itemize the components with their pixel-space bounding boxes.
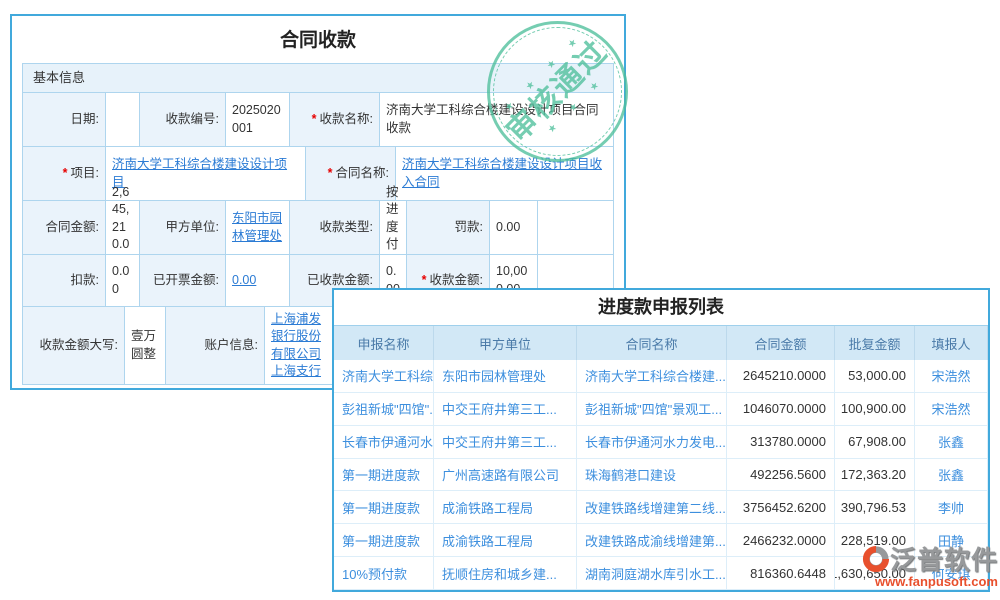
date-label: 日期: (23, 93, 106, 147)
project-value: 济南大学工科综合楼建设设计项目 (106, 147, 306, 201)
date-value[interactable] (106, 93, 140, 147)
table-row[interactable]: 长春市伊通河水... 中交王府井第三工... 长春市伊通河水力发电... 313… (334, 426, 988, 459)
penalty-label: 罚款: (407, 201, 490, 255)
party-a-cell[interactable]: 中交王府井第三工... (434, 426, 577, 459)
contract-name-cell[interactable]: 彭祖新城"四馆"景观工... (577, 393, 727, 426)
fanpu-logo-icon (862, 545, 890, 573)
reporter-cell[interactable]: 张鑫 (915, 459, 988, 492)
account-info-link[interactable]: 上海浦发银行股份有限公司上海支行 (271, 311, 328, 381)
party-a-cell[interactable]: 成渝铁路工程局 (434, 491, 577, 524)
receipt-no-label: 收款编号: (140, 93, 226, 147)
column-header-declaration-name[interactable]: 申报名称 (334, 326, 434, 360)
party-a-cell[interactable]: 成渝铁路工程局 (434, 524, 577, 557)
contract-amount-cell: 492256.5600 (727, 459, 835, 492)
receipt-type-label: 收款类型: (290, 201, 380, 255)
watermark-brand: 泛普软件 (890, 540, 998, 577)
declaration-name-cell[interactable]: 第一期进度款 (334, 459, 434, 492)
watermark-url: www.fanpusoft.com (862, 574, 998, 589)
receipt-type-value: 按进度付款 (380, 201, 407, 255)
deduction-value: 0.00 (106, 255, 140, 307)
table-row[interactable]: 彭祖新城"四馆"... 中交王府井第三工... 彭祖新城"四馆"景观工... 1… (334, 393, 988, 426)
declaration-name-cell[interactable]: 10%预付款 (334, 557, 434, 590)
table-row[interactable]: 第一期进度款 广州高速路有限公司 珠海鹤港口建设 492256.5600 172… (334, 459, 988, 492)
column-header-approved-amount[interactable]: 批复金额 (835, 326, 915, 360)
contract-amount-label: 合同金额: (23, 201, 106, 255)
declaration-name-cell[interactable]: 济南大学工科综... (334, 360, 434, 393)
party-a-cell[interactable]: 中交王府井第三工... (434, 393, 577, 426)
empty-cell (538, 201, 614, 255)
reporter-cell[interactable]: 张鑫 (915, 426, 988, 459)
invoiced-amount-value: 0.00 (226, 255, 290, 307)
contract-amount-cell: 2645210.0000 (727, 360, 835, 393)
contract-name-cell[interactable]: 长春市伊通河水力发电... (577, 426, 727, 459)
contract-name-link[interactable]: 济南大学工科综合楼建设设计项目收入合同 (402, 156, 607, 191)
project-link[interactable]: 济南大学工科综合楼建设设计项目 (112, 156, 299, 191)
form-row-amounts: 合同金额: 2,645,210.00 甲方单位: 东阳市园林管理处 收款类型: … (22, 201, 614, 255)
required-marker: * (312, 111, 317, 129)
receipt-no-value: 2025020001 (226, 93, 290, 147)
party-a-cell[interactable]: 东阳市园林管理处 (434, 360, 577, 393)
table-row[interactable]: 济南大学工科综... 东阳市园林管理处 济南大学工科综合楼建... 264521… (334, 360, 988, 393)
contract-name-cell[interactable]: 改建铁路线增建第二线... (577, 491, 727, 524)
contract-amount-cell: 2466232.0000 (727, 524, 835, 557)
invoiced-amount-label: 已开票金额: (140, 255, 226, 307)
column-header-reporter[interactable]: 填报人 (915, 326, 988, 360)
required-marker: * (63, 165, 68, 183)
section-basic-info: 基本信息 (22, 63, 614, 93)
table-title: 进度款申报列表 (334, 290, 988, 326)
required-marker: * (328, 165, 333, 183)
approved-amount-cell: 53,000.00 (835, 360, 915, 393)
column-header-contract-name[interactable]: 合同名称 (577, 326, 727, 360)
column-header-party-a[interactable]: 甲方单位 (434, 326, 577, 360)
required-marker: * (422, 272, 427, 290)
reporter-cell[interactable]: 李帅 (915, 491, 988, 524)
party-a-label: 甲方单位: (140, 201, 226, 255)
party-a-cell[interactable]: 广州高速路有限公司 (434, 459, 577, 492)
project-label: *项目: (23, 147, 106, 201)
contract-amount-cell: 1046070.0000 (727, 393, 835, 426)
reporter-cell[interactable]: 宋浩然 (915, 360, 988, 393)
contract-amount-cell: 313780.0000 (727, 426, 835, 459)
party-a-cell[interactable]: 抚顺住房和城乡建... (434, 557, 577, 590)
account-label: 账户信息: (166, 307, 265, 385)
declaration-name-cell[interactable]: 第一期进度款 (334, 491, 434, 524)
party-a-link[interactable]: 东阳市园林管理处 (232, 210, 283, 245)
declaration-name-cell[interactable]: 第一期进度款 (334, 524, 434, 557)
column-header-contract-amount[interactable]: 合同金额 (727, 326, 835, 360)
contract-amount-value: 2,645,210.00 (106, 201, 140, 255)
receipt-name-value: 济南大学工科综合楼建设设计项目合同收款 (380, 93, 614, 147)
fanpu-watermark: 泛普软件 www.fanpusoft.com (862, 540, 998, 589)
invoiced-amount-link[interactable]: 0.00 (232, 272, 256, 290)
contract-name-cell[interactable]: 珠海鹤港口建设 (577, 459, 727, 492)
form-row-date: 日期: 收款编号: 2025020001 *收款名称: 济南大学工科综合楼建设设… (22, 93, 614, 147)
contract-amount-cell: 816360.6448 (727, 557, 835, 590)
amount-words-value: 壹万圆整 (125, 307, 166, 385)
table-header-row: 申报名称 甲方单位 合同名称 合同金额 批复金额 填报人 (334, 326, 988, 360)
table-row[interactable]: 第一期进度款 成渝铁路工程局 改建铁路线增建第二线... 3756452.620… (334, 491, 988, 524)
penalty-value: 0.00 (490, 201, 538, 255)
reporter-cell[interactable]: 宋浩然 (915, 393, 988, 426)
form-row-project: *项目: 济南大学工科综合楼建设设计项目 *合同名称: 济南大学工科综合楼建设设… (22, 147, 614, 201)
amount-words-label: 收款金额大写: (23, 307, 125, 385)
contract-name-cell[interactable]: 湖南洞庭湖水库引水工... (577, 557, 727, 590)
party-a-value: 东阳市园林管理处 (226, 201, 290, 255)
contract-name-cell[interactable]: 改建铁路成渝线增建第... (577, 524, 727, 557)
account-value: 上海浦发银行股份有限公司上海支行 (265, 307, 335, 385)
approved-amount-cell: 172,363.20 (835, 459, 915, 492)
contract-name-value: 济南大学工科综合楼建设设计项目收入合同 (396, 147, 614, 201)
approved-amount-cell: 390,796.53 (835, 491, 915, 524)
form-title: 合同收款 (12, 16, 624, 63)
contract-name-label: *合同名称: (306, 147, 396, 201)
approved-amount-cell: 67,908.00 (835, 426, 915, 459)
receipt-name-label: *收款名称: (290, 93, 380, 147)
declaration-name-cell[interactable]: 彭祖新城"四馆"... (334, 393, 434, 426)
contract-amount-cell: 3756452.6200 (727, 491, 835, 524)
approved-amount-cell: 100,900.00 (835, 393, 915, 426)
deduction-label: 扣款: (23, 255, 106, 307)
contract-name-cell[interactable]: 济南大学工科综合楼建... (577, 360, 727, 393)
declaration-name-cell[interactable]: 长春市伊通河水... (334, 426, 434, 459)
